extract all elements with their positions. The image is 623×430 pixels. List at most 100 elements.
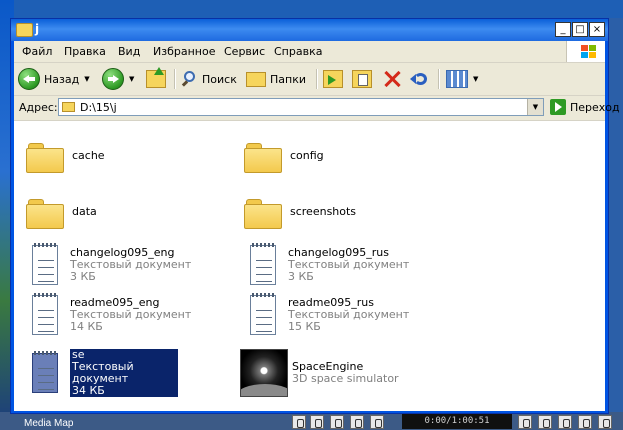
go-button[interactable]: Переход: [550, 99, 620, 115]
player-button-1[interactable]: [292, 415, 306, 429]
player-button-2[interactable]: [310, 415, 324, 429]
player-button-9[interactable]: [578, 415, 592, 429]
chevron-down-icon[interactable]: ▼: [84, 75, 89, 83]
go-label: Переход: [570, 100, 620, 114]
toolbar: Назад ▼ ▼ Поиск Папки ▼: [14, 63, 605, 96]
item-size: 3 КБ: [288, 270, 314, 283]
item-size: 3 КБ: [70, 270, 96, 283]
item-name: screenshots: [290, 205, 357, 218]
undo-icon: [410, 70, 430, 88]
list-item-file[interactable]: changelog095_eng Текстовый документ 3 КБ: [28, 243, 191, 287]
player-button-10[interactable]: [598, 415, 612, 429]
address-input[interactable]: D:\15\j ▼: [58, 98, 544, 116]
menu-edit[interactable]: Правка: [64, 45, 106, 58]
item-description: 3D space simulator: [292, 372, 399, 385]
search-label: Поиск: [202, 72, 237, 86]
player-button-7[interactable]: [538, 415, 552, 429]
chevron-down-icon[interactable]: ▼: [129, 75, 134, 83]
list-item-file[interactable]: readme095_eng Текстовый документ 14 КБ: [28, 293, 191, 337]
up-folder-icon: [146, 67, 166, 88]
item-name: config: [290, 149, 324, 162]
toolbar-separator: [438, 69, 440, 89]
list-item-folder-config[interactable]: config: [244, 139, 324, 173]
toolbar-separator: [316, 69, 318, 89]
maximize-button[interactable]: □: [572, 22, 588, 37]
desktop-top-strip: [14, 0, 623, 18]
list-item-file[interactable]: readme095_rus Текстовый документ 15 КБ: [246, 293, 409, 337]
player-button-3[interactable]: [330, 415, 344, 429]
text-document-icon: [246, 293, 280, 337]
list-item-folder-cache[interactable]: cache: [26, 139, 105, 173]
list-item-folder-screenshots[interactable]: screenshots: [244, 195, 356, 229]
menu-file[interactable]: Файл: [22, 45, 52, 58]
forward-button[interactable]: ▼: [102, 67, 134, 91]
window-title: j: [35, 22, 40, 36]
menu-bar: Файл Правка Вид Избранное Сервис Справка: [14, 41, 605, 63]
undo-button[interactable]: [410, 67, 430, 91]
explorer-window: j _ □ × Файл Правка Вид Избранное Сервис…: [10, 18, 620, 414]
list-item-folder-data[interactable]: data: [26, 195, 97, 229]
menu-tools[interactable]: Сервис: [224, 45, 265, 58]
player-button-4[interactable]: [350, 415, 364, 429]
folder-icon: [26, 195, 64, 229]
address-value: D:\15\j: [80, 101, 117, 114]
folder-icon: [16, 23, 33, 37]
item-size: 15 КБ: [288, 320, 321, 333]
spaceengine-thumbnail-icon: [240, 349, 288, 397]
windows-logo-icon: [566, 41, 605, 62]
address-bar: Адрес: D:\15\j ▼ Переход: [14, 96, 620, 121]
item-size: 14 КБ: [70, 320, 103, 333]
file-list: cache config data screenshots changelog0…: [14, 121, 605, 411]
back-arrow-icon: [18, 68, 40, 90]
back-button[interactable]: Назад ▼: [18, 67, 90, 91]
player-button-6[interactable]: [518, 415, 532, 429]
list-item-application[interactable]: SpaceEngine 3D space simulator: [240, 349, 399, 397]
search-button[interactable]: Поиск: [181, 67, 237, 91]
copy-to-button[interactable]: [352, 67, 372, 91]
text-document-icon: [28, 293, 62, 337]
item-name: data: [72, 205, 97, 218]
back-label: Назад: [44, 72, 80, 86]
player-button-5[interactable]: [370, 415, 384, 429]
folder-icon: [26, 139, 64, 173]
search-icon: [181, 71, 198, 87]
menu-help[interactable]: Справка: [274, 45, 322, 58]
views-button[interactable]: ▼: [446, 67, 478, 91]
forward-arrow-icon: [102, 68, 124, 90]
menu-view[interactable]: Вид: [118, 45, 140, 58]
move-to-icon: [323, 70, 343, 88]
views-grid-icon: [446, 70, 468, 88]
window-body: Файл Правка Вид Избранное Сервис Справка…: [14, 41, 620, 411]
menu-favorites[interactable]: Избранное: [153, 45, 215, 58]
address-dropdown-button[interactable]: ▼: [527, 99, 543, 115]
item-size: 34 КБ: [72, 384, 105, 397]
title-bar[interactable]: j _ □ ×: [11, 19, 608, 41]
list-item-file[interactable]: changelog095_rus Текстовый документ 3 КБ: [246, 243, 409, 287]
folders-icon: [246, 71, 266, 87]
item-type: Текстовый документ: [72, 360, 134, 385]
close-button[interactable]: ×: [589, 22, 605, 37]
folders-label: Папки: [270, 72, 306, 86]
folder-icon: [244, 139, 282, 173]
move-to-button[interactable]: [323, 67, 343, 91]
minimize-button[interactable]: _: [555, 22, 571, 37]
toolbar-separator: [174, 69, 176, 89]
go-arrow-icon: [550, 99, 566, 115]
up-folder-button[interactable]: [146, 67, 166, 91]
item-name: cache: [72, 149, 105, 162]
chevron-down-icon[interactable]: ▼: [473, 75, 478, 83]
folder-icon: [244, 195, 282, 229]
desktop-icon-caption[interactable]: Media Map: [24, 418, 73, 429]
copy-to-icon: [352, 70, 372, 88]
player-time-display: 0:00/1:00:51: [402, 414, 512, 429]
list-item-file-selected[interactable]: se Текстовый документ 34 КБ: [28, 349, 178, 397]
text-document-icon: [28, 243, 62, 287]
delete-button[interactable]: [382, 67, 402, 91]
address-label: Адрес:: [19, 101, 58, 114]
folder-icon: [62, 102, 75, 112]
delete-icon: [382, 69, 402, 89]
folders-button[interactable]: Папки: [246, 67, 306, 91]
text-document-icon: [28, 351, 62, 395]
player-button-8[interactable]: [558, 415, 572, 429]
text-document-icon: [246, 243, 280, 287]
